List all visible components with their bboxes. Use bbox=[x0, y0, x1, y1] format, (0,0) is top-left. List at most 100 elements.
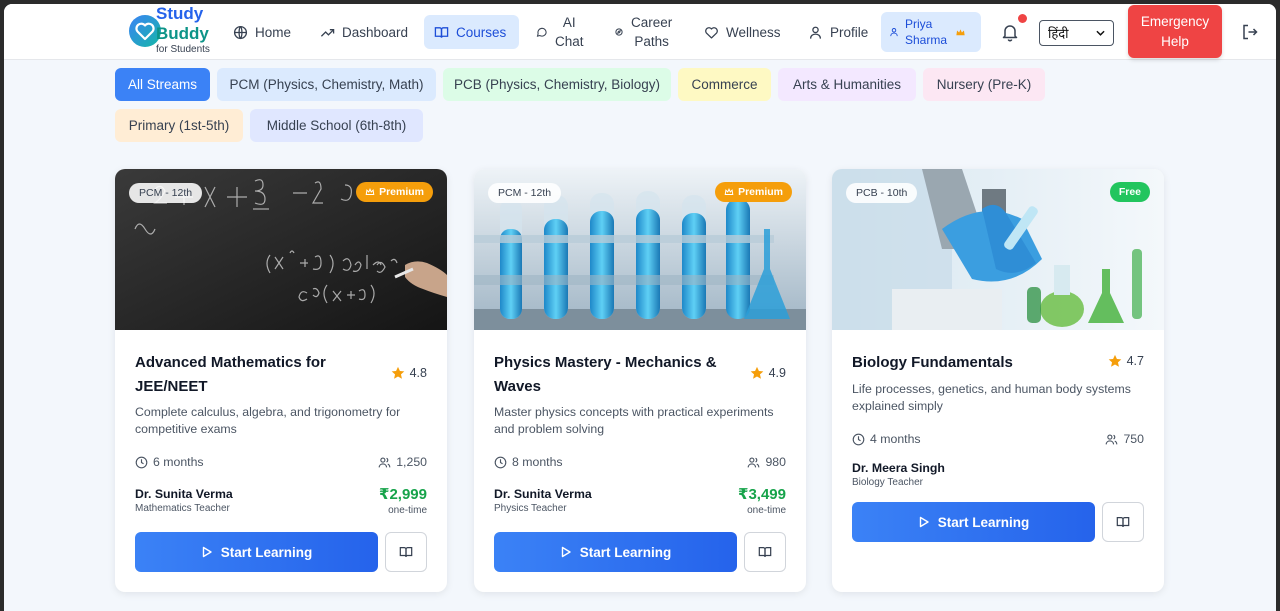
app-window: Study Buddy for Students Home Dashboard … bbox=[4, 4, 1276, 611]
course-students: 1,250 bbox=[378, 455, 427, 469]
badge-label: Premium bbox=[379, 186, 424, 198]
premium-badge: Premium bbox=[715, 182, 792, 202]
course-description: Life processes, genetics, and human body… bbox=[852, 382, 1131, 413]
filter-nursery[interactable]: Nursery (Pre-K) bbox=[923, 68, 1045, 101]
filter-all-streams[interactable]: All Streams bbox=[115, 68, 210, 101]
brand-line2: Buddy bbox=[156, 24, 209, 43]
crown-icon bbox=[365, 187, 375, 195]
course-details-button[interactable] bbox=[385, 532, 427, 572]
start-learning-button[interactable]: Start Learning bbox=[135, 532, 378, 572]
brand-tagline: for Students bbox=[156, 44, 210, 55]
nav-dashboard-label: Dashboard bbox=[342, 24, 409, 40]
students-count: 1,250 bbox=[396, 455, 427, 469]
course-card[interactable]: PCM - 12th Premium Advanced Mathematics … bbox=[115, 169, 447, 592]
crown-icon bbox=[956, 28, 965, 35]
course-teacher: Dr. Meera Singh Biology Teacher bbox=[852, 461, 945, 490]
emergency-help-button[interactable]: Emergency Help bbox=[1128, 5, 1222, 58]
course-details-button[interactable] bbox=[744, 532, 786, 572]
course-meta: 6 months 1,250 bbox=[135, 455, 427, 469]
user-menu[interactable]: Priya Sharma bbox=[881, 12, 981, 52]
course-tag: PCM - 12th bbox=[129, 183, 203, 203]
course-details-button[interactable] bbox=[1102, 502, 1144, 542]
globe-icon bbox=[233, 25, 248, 39]
price-note: one-time bbox=[388, 505, 427, 516]
course-students: 750 bbox=[1105, 432, 1144, 446]
nav-profile-label: Profile bbox=[830, 24, 869, 40]
start-learning-button[interactable]: Start Learning bbox=[852, 502, 1095, 542]
user-last-name: Sharma bbox=[905, 33, 948, 47]
teacher-name: Dr. Meera Singh bbox=[852, 461, 945, 475]
nav-ai-chat[interactable]: AI Chat bbox=[526, 12, 594, 52]
badge-label: Free bbox=[1118, 186, 1141, 198]
duration-value: 4 months bbox=[870, 432, 921, 446]
filter-label: Arts & Humanities bbox=[792, 77, 902, 92]
duration-value: 6 months bbox=[153, 455, 204, 469]
filter-label: Nursery (Pre-K) bbox=[936, 77, 1032, 92]
clock-icon bbox=[494, 456, 507, 468]
nav-profile[interactable]: Profile bbox=[798, 15, 878, 49]
top-navbar: Study Buddy for Students Home Dashboard … bbox=[4, 4, 1276, 60]
rating-value: 4.9 bbox=[768, 366, 786, 380]
course-card[interactable]: PCM - 12th Premium Physics Mastery - Mec… bbox=[474, 169, 806, 592]
bell-icon[interactable] bbox=[1001, 22, 1019, 42]
user-first-name: Priya bbox=[905, 17, 933, 31]
nav-dashboard[interactable]: Dashboard bbox=[310, 15, 418, 49]
language-select[interactable]: हिंदी bbox=[1039, 20, 1114, 46]
course-rating: 4.9 bbox=[750, 366, 786, 380]
filter-pcm[interactable]: PCM (Physics, Chemistry, Math) bbox=[217, 68, 436, 101]
course-tag: PCM - 12th bbox=[488, 183, 562, 203]
start-learning-label: Start Learning bbox=[937, 514, 1030, 530]
course-card[interactable]: PCB - 10th Free Biology Fundamentals 4.7… bbox=[832, 169, 1164, 592]
nav-career-paths[interactable]: Career Paths bbox=[604, 12, 682, 52]
filter-arts-humanities[interactable]: Arts & Humanities bbox=[778, 68, 916, 101]
filter-label: All Streams bbox=[127, 77, 198, 92]
course-description: Master physics concepts with practical e… bbox=[494, 405, 774, 436]
compass-icon bbox=[615, 28, 623, 36]
badge-label: Premium bbox=[738, 186, 783, 198]
book-open-icon bbox=[1116, 517, 1130, 527]
heart-icon bbox=[705, 26, 718, 39]
course-rating: 4.7 bbox=[1108, 354, 1144, 368]
course-teacher: Dr. Sunita Verma Physics Teacher bbox=[494, 487, 592, 516]
course-price: ₹2,999 one-time bbox=[379, 485, 427, 518]
nav-home-label: Home bbox=[255, 24, 292, 40]
emergency-line1: Emergency bbox=[1140, 13, 1210, 29]
filter-primary[interactable]: Primary (1st-5th) bbox=[115, 109, 243, 142]
filter-commerce[interactable]: Commerce bbox=[678, 68, 771, 101]
course-teacher: Dr. Sunita Verma Mathematics Teacher bbox=[135, 487, 233, 516]
user-name: Priya Sharma bbox=[905, 16, 947, 48]
premium-badge: Premium bbox=[356, 182, 433, 202]
course-students: 980 bbox=[747, 455, 786, 469]
filter-pcb[interactable]: PCB (Physics, Chemistry, Biology) bbox=[443, 68, 671, 101]
course-title: Biology Fundamentals bbox=[852, 354, 1013, 371]
emergency-line2: Help bbox=[1161, 33, 1189, 49]
nav-wellness[interactable]: Wellness bbox=[694, 15, 791, 49]
rating-value: 4.8 bbox=[409, 366, 427, 380]
users-icon bbox=[1106, 433, 1118, 444]
nav-home[interactable]: Home bbox=[223, 15, 301, 49]
course-meta: 8 months 980 bbox=[494, 455, 786, 469]
nav-career-line1: Career bbox=[631, 15, 673, 30]
teacher-role: Biology Teacher bbox=[852, 477, 923, 488]
nav-courses[interactable]: Courses bbox=[424, 15, 519, 49]
students-count: 980 bbox=[765, 455, 786, 469]
teacher-name: Dr. Sunita Verma bbox=[135, 487, 233, 501]
duration-value: 8 months bbox=[512, 455, 563, 469]
brand[interactable]: Study Buddy for Students bbox=[156, 4, 210, 56]
filter-middle-school[interactable]: Middle School (6th-8th) bbox=[250, 109, 423, 142]
nav-career-label: Career Paths bbox=[631, 13, 672, 51]
course-description: Complete calculus, algebra, and trigonom… bbox=[135, 405, 401, 436]
book-open-icon bbox=[434, 26, 449, 38]
teacher-name: Dr. Sunita Verma bbox=[494, 487, 592, 501]
start-learning-label: Start Learning bbox=[220, 544, 313, 560]
free-badge: Free bbox=[1109, 182, 1150, 202]
price-value: ₹2,999 bbox=[379, 486, 427, 503]
star-icon bbox=[391, 366, 404, 379]
language-selected: हिंदी bbox=[1048, 26, 1069, 41]
play-icon bbox=[919, 516, 929, 528]
user-icon bbox=[890, 28, 898, 37]
teacher-role: Mathematics Teacher bbox=[135, 503, 230, 514]
logout-icon[interactable] bbox=[1241, 23, 1259, 41]
crown-icon bbox=[724, 187, 734, 195]
start-learning-button[interactable]: Start Learning bbox=[494, 532, 737, 572]
